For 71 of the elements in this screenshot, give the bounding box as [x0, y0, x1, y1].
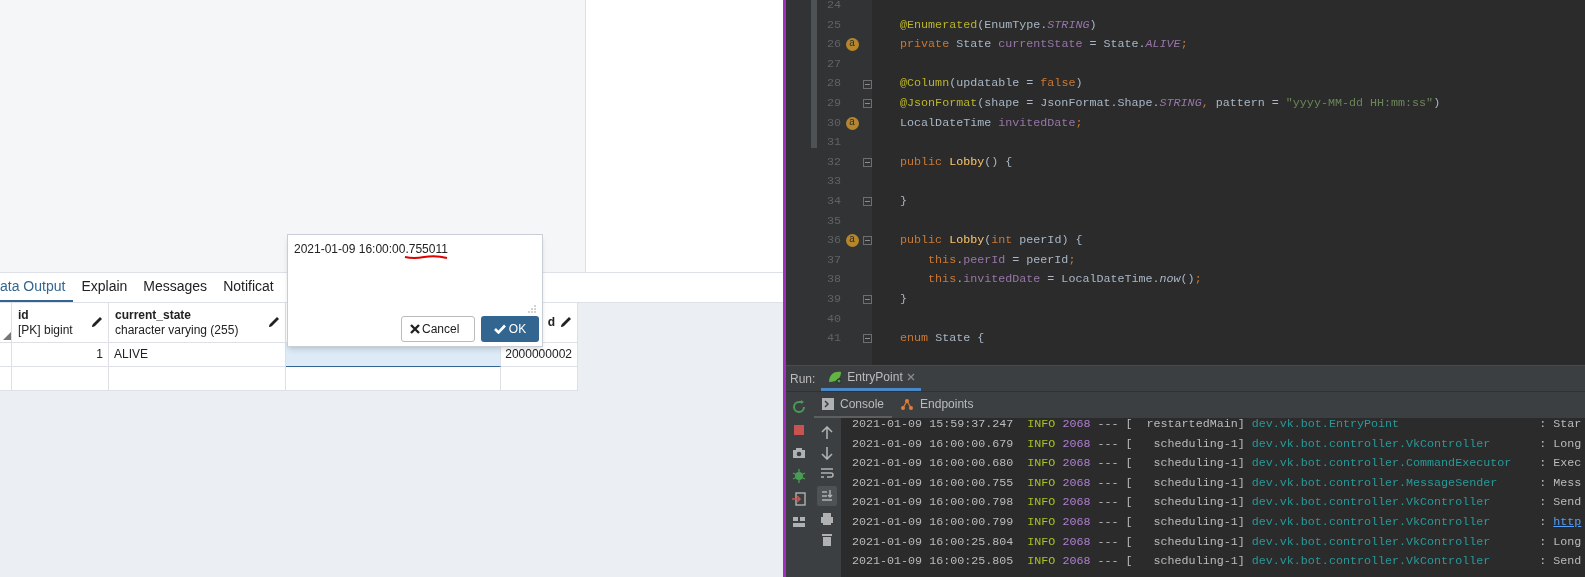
code-line: private State currentState = State.ALIVE;	[900, 36, 1188, 54]
console-tab[interactable]: Endpoints	[892, 392, 982, 418]
leaf-icon	[827, 370, 844, 384]
log-line: 2021-01-09 16:00:00.798 INFO 2068 --- [ scheduling-1] dev.vk.bot.controller.VkController : Send	[852, 494, 1582, 512]
down-arrow-icon[interactable]	[819, 446, 834, 460]
camera-icon[interactable]	[792, 446, 806, 460]
scrollbar-thumb[interactable]	[811, 0, 817, 148]
column-name: d	[547, 315, 555, 330]
log-line: 2021-01-09 16:00:00.755 INFO 2068 --- [ scheduling-1] dev.vk.bot.controller.MessageSender : Mess	[852, 474, 1582, 492]
fold-icon[interactable]	[863, 197, 872, 207]
implements-marker[interactable]: a	[845, 116, 859, 130]
fold-icon[interactable]	[863, 334, 872, 344]
corner-triangle-icon	[3, 332, 11, 340]
code-line: }	[900, 192, 908, 210]
fold-icon[interactable]	[863, 79, 872, 89]
stop-icon[interactable]	[792, 423, 806, 437]
fold-icon[interactable]	[863, 158, 872, 168]
close-icon	[410, 324, 420, 334]
column-name: id	[18, 307, 30, 323]
underline-mark	[404, 254, 448, 260]
layout-icon[interactable]	[792, 515, 806, 529]
result-tab[interactable]: Messages	[135, 273, 216, 302]
panel-label: Run:	[790, 370, 816, 388]
pencil-icon[interactable]	[90, 315, 104, 329]
code-line: @JsonFormat(shape = JsonFormat.Shape.STRING, pattern = "yyyy-MM-dd HH:mm:ss")	[900, 95, 1441, 112]
code-line: this.peerId = peerId;	[928, 251, 1076, 269]
table-cell	[0, 367, 12, 391]
code-line: public Lobby(int peerId) {	[900, 232, 1083, 250]
result-tab[interactable]: Explain	[73, 273, 136, 302]
terminal-icon	[822, 398, 834, 410]
implements-marker[interactable]: a	[845, 38, 859, 52]
ok-button[interactable]: OK	[481, 316, 539, 342]
code-line: LocalDateTime invitedDate;	[900, 114, 1083, 132]
log-line: 2021-01-09 16:00:00.799 INFO 2068 --- [ scheduling-1] dev.vk.bot.controller.VkController : http	[852, 514, 1582, 531]
code-line: this.invitedDate = LocalDateTime.now();	[928, 271, 1202, 289]
wrap-icon[interactable]	[819, 466, 834, 480]
pencil-icon[interactable]	[267, 315, 281, 329]
code-line: enum State {	[900, 330, 985, 348]
column-header[interactable]: id [PK] bigint	[12, 303, 109, 343]
fold-icon[interactable]	[863, 295, 872, 305]
result-tab[interactable]: Notificat	[215, 273, 282, 302]
column-type: character varying (255)	[115, 322, 240, 338]
rerun-icon[interactable]	[792, 400, 806, 414]
column-header[interactable]: current_state character varying (255)	[109, 303, 286, 343]
pencil-icon[interactable]	[559, 315, 573, 329]
exit-icon[interactable]	[792, 492, 806, 506]
implements-marker[interactable]: a	[845, 234, 859, 248]
code-line: @Column(updatable = false)	[900, 75, 1083, 93]
log-line: 2021-01-09 16:00:25.805 INFO 2068 --- [ scheduling-1] dev.vk.bot.controller.VkController : Send	[852, 553, 1582, 571]
log-line: 2021-01-09 15:59:37.247 INFO 2068 --- [ restartedMain] dev.vk.bot.EntryPoint : Star	[852, 418, 1582, 433]
log-line: 2021-01-09 16:00:00.679 INFO 2068 --- [ scheduling-1] dev.vk.bot.controller.VkController : Long	[852, 435, 1582, 453]
up-arrow-icon[interactable]	[819, 426, 834, 440]
resize-grip-icon	[528, 305, 536, 313]
log-line: 2021-01-09 16:00:00.680 INFO 2068 --- [ scheduling-1] dev.vk.bot.controller.CommandExecutor : Exec	[852, 455, 1582, 473]
fold-icon[interactable]	[863, 236, 872, 246]
code-line: public Lobby() {	[900, 153, 1013, 171]
field-value: 2021-01-09 16:00:00.755011	[294, 242, 448, 256]
code-line: }	[900, 290, 908, 308]
scroll-end-icon[interactable]	[816, 486, 837, 506]
column-name: current_state	[115, 307, 193, 323]
close-icon[interactable]	[906, 373, 915, 381]
text-area[interactable]: 2021-01-09 16:00:00.755011	[288, 235, 542, 316]
code-line: @Enumerated(EnumType.STRING)	[900, 16, 1097, 34]
trash-icon[interactable]	[819, 532, 834, 546]
run-config-name: EntryPoint	[847, 369, 903, 386]
column-type: [PK] bigint	[18, 322, 74, 338]
check-icon	[493, 324, 506, 334]
cancel-button[interactable]: Cancel	[401, 316, 475, 342]
nodes-icon	[900, 398, 915, 410]
fold-icon[interactable]	[863, 99, 872, 109]
log-line: 2021-01-09 16:00:25.804 INFO 2068 --- [ scheduling-1] dev.vk.bot.controller.VkController : Long	[852, 533, 1582, 551]
